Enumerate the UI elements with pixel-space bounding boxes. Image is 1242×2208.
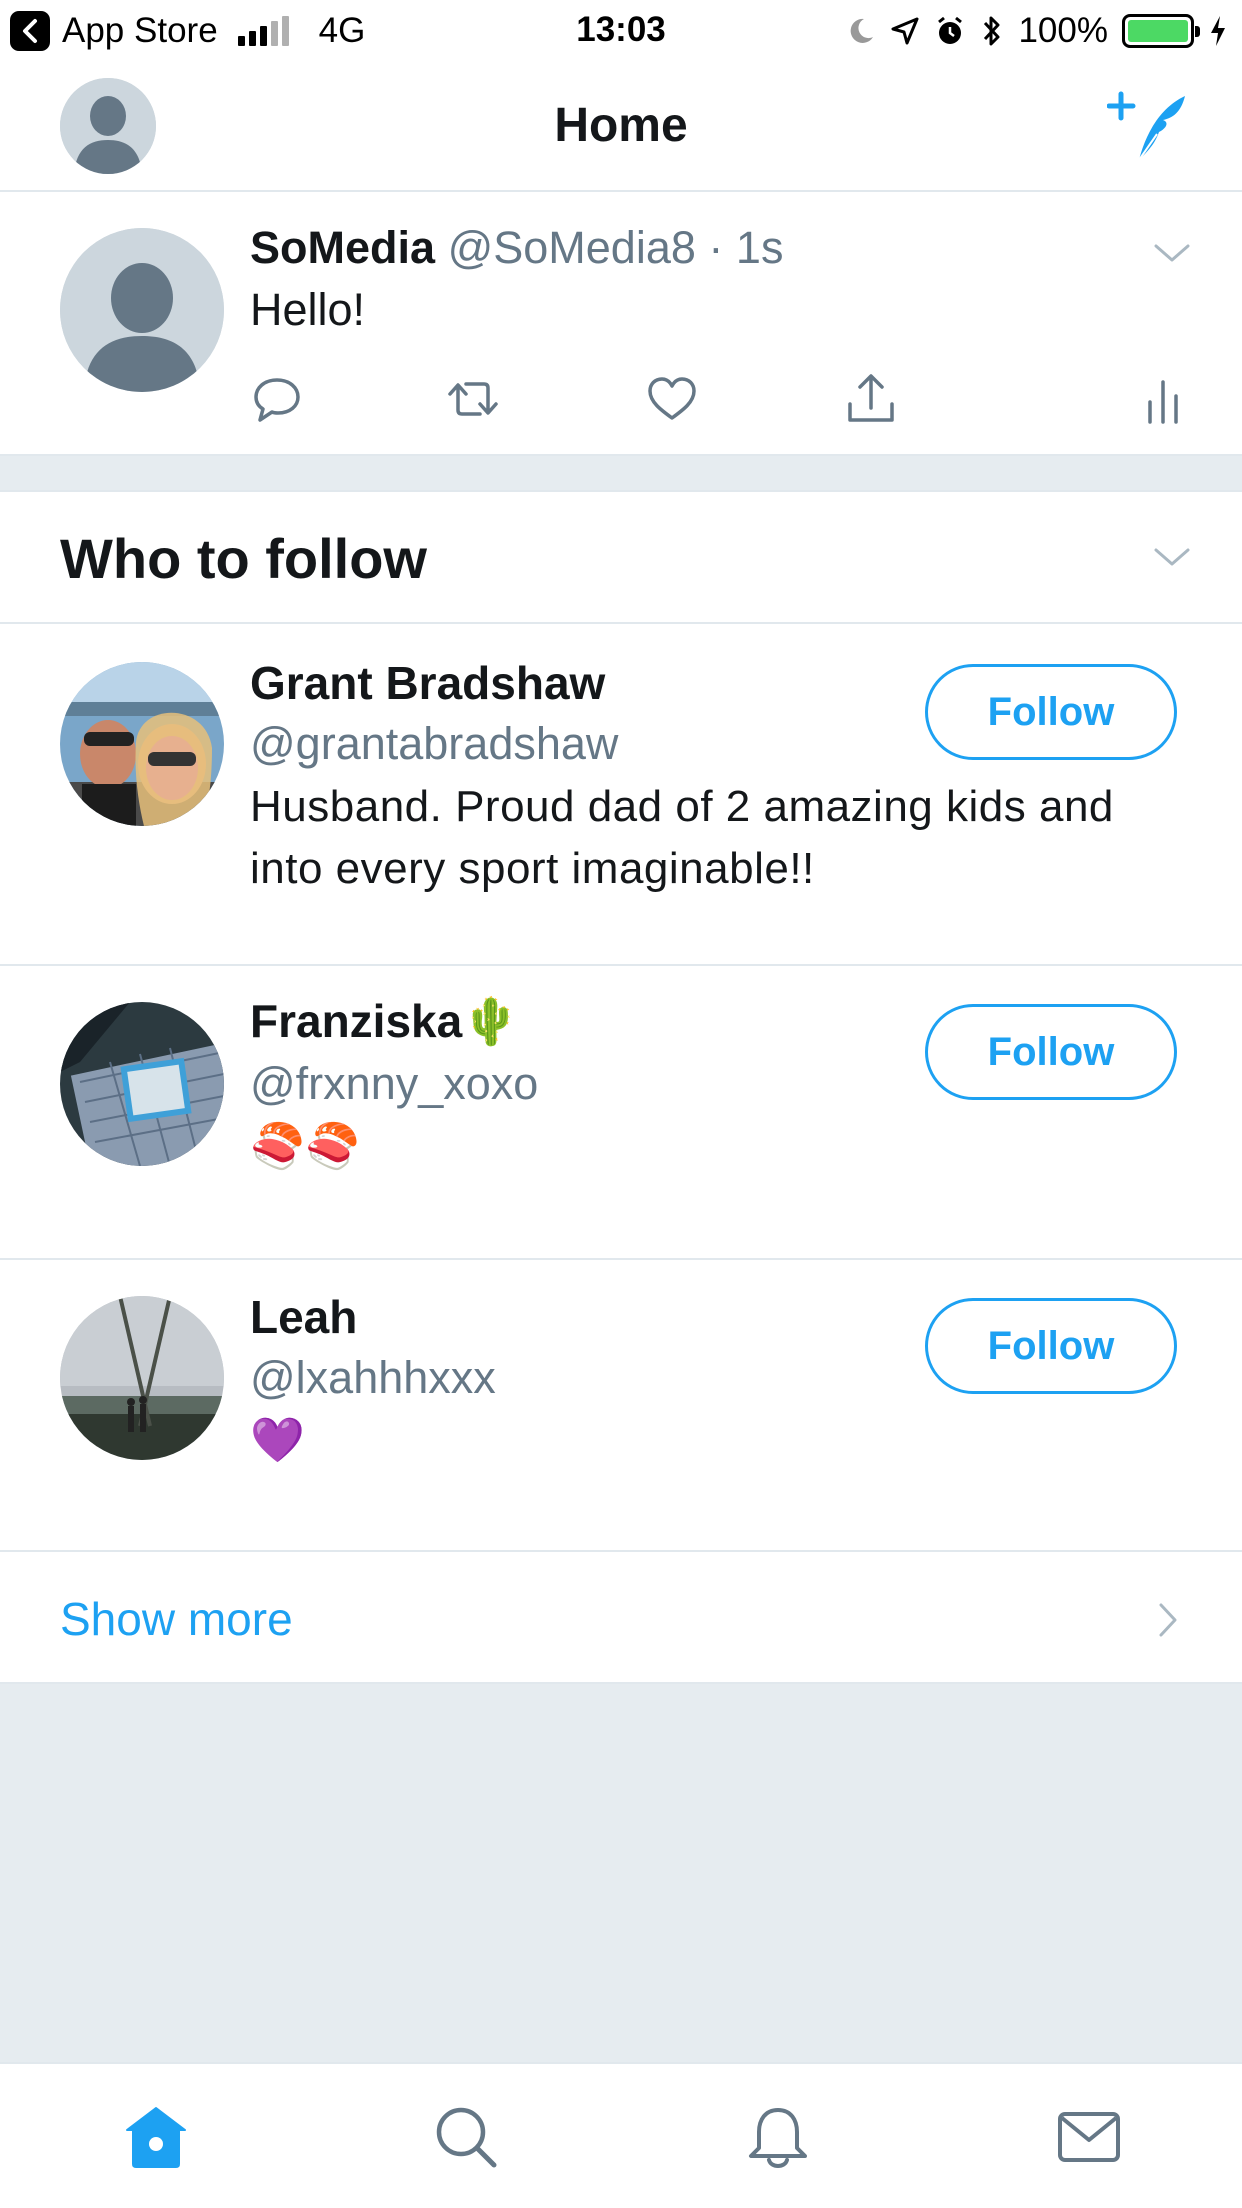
who-to-follow-header: Who to follow: [0, 494, 1242, 624]
user-bio: 💜: [250, 1416, 306, 1465]
chevron-right-icon: [1159, 1603, 1177, 1637]
avatar[interactable]: [60, 1296, 224, 1460]
reply-icon[interactable]: [250, 372, 304, 426]
user-handle[interactable]: @frxnny_xoxo: [250, 1058, 538, 1110]
user-handle[interactable]: @grantabradshaw: [250, 718, 618, 770]
search-icon[interactable]: [433, 2104, 499, 2170]
charging-bolt-icon: [1211, 16, 1225, 46]
who-to-follow-title: Who to follow: [60, 527, 427, 590]
suggested-user[interactable]: Leah @lxahhhxxx 💜 Follow: [0, 1260, 1242, 1552]
user-name[interactable]: Grant Bradshaw: [250, 656, 605, 710]
section-divider: [0, 456, 1242, 492]
chevron-down-icon[interactable]: [1152, 240, 1192, 266]
compose-tweet-icon[interactable]: [1106, 88, 1187, 164]
page-title: Home: [554, 99, 688, 152]
chevron-down-icon[interactable]: [1152, 544, 1192, 570]
bottom-tab-bar: [0, 2062, 1242, 2208]
do-not-disturb-icon: [851, 18, 874, 43]
user-name[interactable]: Leah: [250, 1290, 357, 1344]
user-bio: Husband. Proud dad of 2 amazing kids and…: [250, 782, 1114, 893]
battery-percent: 100%: [1018, 11, 1108, 50]
notifications-icon[interactable]: [745, 2104, 811, 2170]
tweet-actions: [250, 372, 1190, 432]
tweet[interactable]: SoMedia @SoMedia8 · 1s Hello!: [0, 192, 1242, 456]
retweet-icon[interactable]: [446, 372, 500, 426]
show-more-link[interactable]: Show more: [60, 1592, 293, 1646]
avatar[interactable]: [60, 662, 224, 826]
location-icon: [891, 17, 919, 45]
suggested-user[interactable]: Grant Bradshaw @grantabradshaw Husband. …: [0, 626, 1242, 966]
empty-feed-background: [0, 1684, 1242, 2062]
alarm-icon: [938, 16, 963, 44]
follow-button[interactable]: Follow: [925, 664, 1177, 760]
avatar[interactable]: [60, 1002, 224, 1166]
top-nav-bar: Home: [0, 62, 1242, 192]
tweet-author-handle[interactable]: @SoMedia8: [448, 222, 696, 273]
bluetooth-icon: [984, 16, 1000, 46]
analytics-icon[interactable]: [1136, 372, 1190, 426]
user-bio: 🍣🍣: [250, 1122, 361, 1171]
home-icon[interactable]: [123, 2104, 189, 2170]
battery-icon: [1122, 14, 1200, 48]
follow-button[interactable]: Follow: [925, 1298, 1177, 1394]
show-more-row[interactable]: Show more: [0, 1552, 1242, 1684]
user-name[interactable]: Franziska🌵: [250, 994, 520, 1049]
status-bar: App Store 4G 13:03 100%: [0, 0, 1242, 62]
messages-icon[interactable]: [1056, 2104, 1122, 2170]
tweet-author-name[interactable]: SoMedia: [250, 222, 435, 273]
tweet-text: Hello!: [250, 284, 366, 335]
tweet-timestamp: 1s: [735, 222, 784, 273]
suggested-user[interactable]: Franziska🌵 @frxnny_xoxo 🍣🍣 Follow: [0, 966, 1242, 1260]
avatar[interactable]: [60, 228, 224, 392]
share-icon[interactable]: [844, 372, 898, 426]
tweet-separator: ·: [708, 222, 724, 273]
like-icon[interactable]: [645, 372, 699, 426]
user-handle[interactable]: @lxahhhxxx: [250, 1352, 496, 1404]
follow-button[interactable]: Follow: [925, 1004, 1177, 1100]
